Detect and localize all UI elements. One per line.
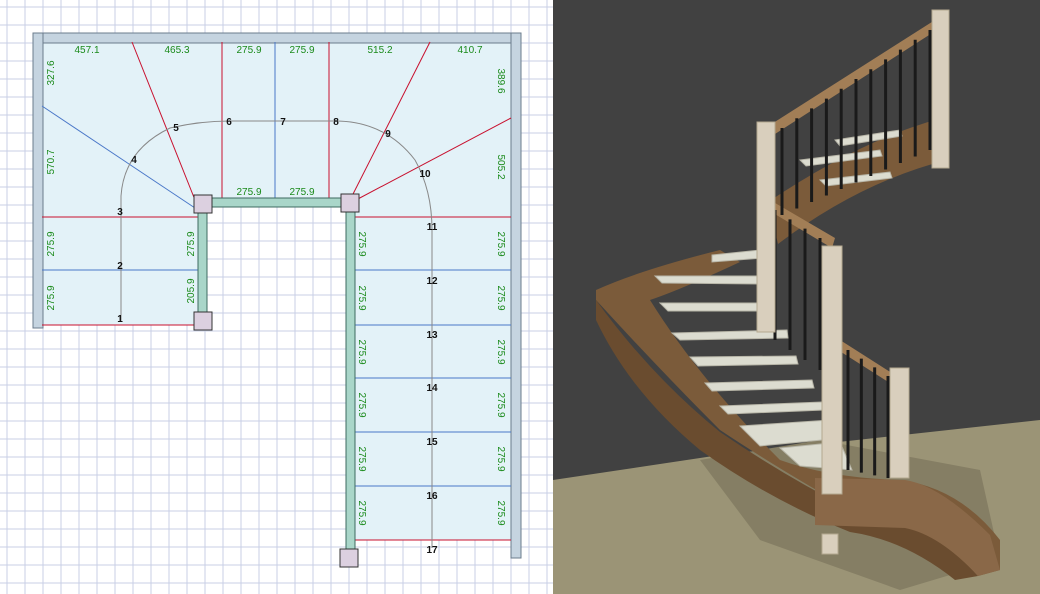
dimension-label: 275.9 bbox=[289, 45, 314, 56]
dimension-label: 275.9 bbox=[495, 285, 506, 310]
dimension-label: 275.9 bbox=[495, 446, 506, 471]
inner-stringer-right bbox=[345, 204, 356, 553]
dimension-label: 275.9 bbox=[46, 285, 57, 310]
step-number: 8 bbox=[333, 117, 339, 128]
step-number: 1 bbox=[117, 314, 123, 325]
dimension-label: 410.7 bbox=[457, 45, 482, 56]
dimension-label: 505.2 bbox=[495, 154, 506, 179]
dimension-label: 275.9 bbox=[236, 45, 261, 56]
dimension-label: 515.2 bbox=[367, 45, 392, 56]
dimension-label: 275.9 bbox=[356, 285, 367, 310]
newel-post-bottom-left[interactable] bbox=[193, 311, 213, 331]
step-number: 15 bbox=[426, 437, 438, 448]
dimension-label: 275.9 bbox=[495, 500, 506, 525]
dimension-label: 275.9 bbox=[495, 339, 506, 364]
step-number: 12 bbox=[426, 276, 438, 287]
right-wall bbox=[510, 32, 522, 559]
step-number: 3 bbox=[117, 207, 123, 218]
dimension-label: 275.9 bbox=[289, 187, 314, 198]
dimension-label: 275.9 bbox=[236, 187, 261, 198]
top-wall bbox=[32, 32, 522, 44]
stair-3d-render[interactable] bbox=[553, 0, 1040, 594]
step-number: 2 bbox=[117, 261, 123, 272]
dimension-label: 465.3 bbox=[164, 45, 189, 56]
step-number: 11 bbox=[427, 222, 438, 233]
step-number: 14 bbox=[426, 383, 438, 394]
step-number: 17 bbox=[426, 545, 438, 556]
dimension-label: 275.9 bbox=[46, 231, 57, 256]
newel-post-top-left[interactable] bbox=[193, 194, 213, 214]
dimension-label: 275.9 bbox=[186, 231, 197, 256]
inner-stringer-left bbox=[197, 204, 208, 321]
dimension-label: 457.1 bbox=[74, 45, 99, 56]
dimension-label: 205.9 bbox=[186, 278, 197, 303]
step-number: 10 bbox=[419, 169, 431, 180]
dimension-label: 275.9 bbox=[356, 231, 367, 256]
step-number: 5 bbox=[173, 123, 179, 134]
dimension-label: 275.9 bbox=[495, 392, 506, 417]
step-number: 13 bbox=[426, 330, 438, 341]
dimension-label: 275.9 bbox=[356, 446, 367, 471]
step-number: 16 bbox=[426, 491, 438, 502]
stair-plan-view[interactable]: 457.1 465.3 275.9 275.9 515.2 410.7 327.… bbox=[0, 0, 553, 594]
left-wall bbox=[32, 32, 44, 329]
dimension-label: 275.9 bbox=[356, 339, 367, 364]
newel-post-top-right[interactable] bbox=[340, 193, 360, 213]
dimension-label: 275.9 bbox=[495, 231, 506, 256]
inner-stringer-top bbox=[202, 197, 354, 208]
step-number: 7 bbox=[280, 117, 286, 128]
step-number: 4 bbox=[131, 155, 137, 166]
step-number: 9 bbox=[385, 129, 391, 140]
dimension-label: 275.9 bbox=[356, 500, 367, 525]
dimension-label: 327.6 bbox=[46, 60, 57, 85]
newel-post-bottom-right[interactable] bbox=[339, 548, 359, 568]
dimension-label: 389.6 bbox=[495, 68, 506, 93]
dimension-label: 275.9 bbox=[356, 392, 367, 417]
step-number: 6 bbox=[226, 117, 232, 128]
dimension-label: 570.7 bbox=[46, 149, 57, 174]
